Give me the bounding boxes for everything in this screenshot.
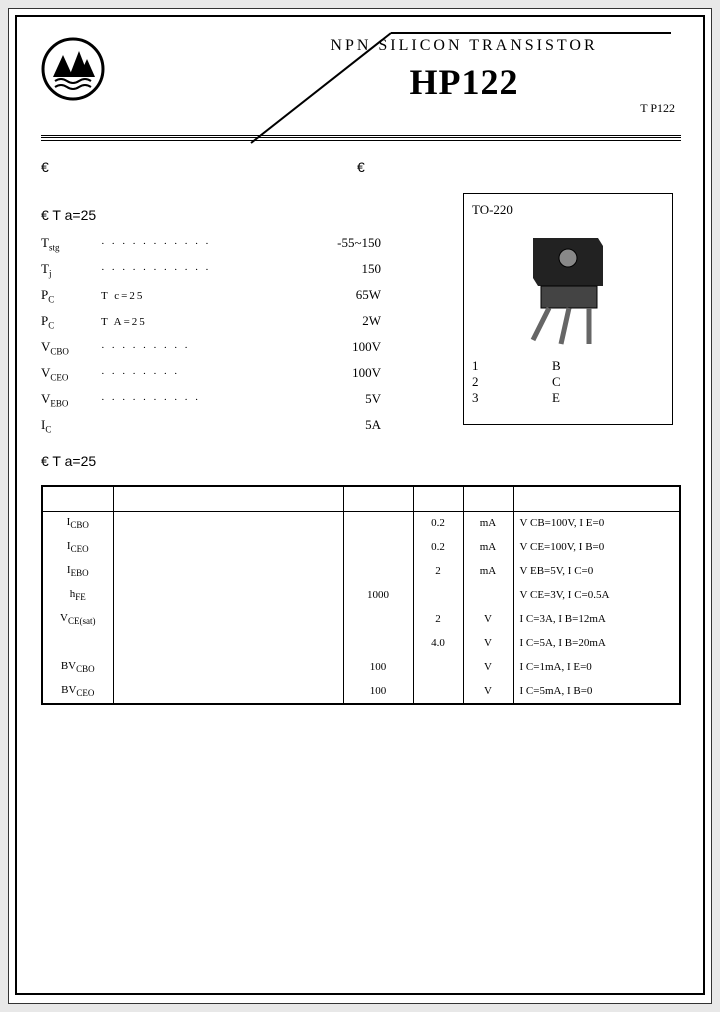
char-param	[113, 631, 343, 655]
table-header-row	[43, 487, 679, 511]
alt-part: T P122	[640, 101, 675, 116]
char-symbol: IEBO	[43, 559, 113, 583]
char-unit: V	[463, 655, 513, 679]
char-symbol: BVCEO	[43, 679, 113, 703]
char-symbol: hFE	[43, 583, 113, 607]
section-label-1: €	[41, 159, 49, 175]
section-label-1b: €	[357, 159, 365, 175]
rating-row: VCEO· · · · · · · ·100V	[41, 365, 381, 391]
char-min	[343, 631, 413, 655]
char-min	[343, 511, 413, 535]
char-max	[413, 583, 463, 607]
char-param	[113, 655, 343, 679]
char-cond: V CE=100V, I B=0	[513, 535, 679, 559]
package-image	[503, 228, 633, 348]
char-max	[413, 679, 463, 703]
rating-row: Tstg· · · · · · · · · · ·-55~150	[41, 235, 381, 261]
package-type: TO-220	[472, 202, 664, 218]
char-unit: V	[463, 679, 513, 703]
section-label-characteristics: € T a=25	[41, 453, 96, 469]
pin-row: 2C	[472, 374, 664, 390]
section-label-ratings: € T a=25	[41, 207, 96, 223]
char-unit: mA	[463, 559, 513, 583]
vendor-logo	[41, 37, 105, 106]
part-number: HP122	[249, 61, 679, 103]
rating-row: IC5A	[41, 417, 381, 443]
char-unit: mA	[463, 511, 513, 535]
header-rule	[41, 135, 681, 141]
char-cond: V CE=3V, I C=0.5A	[513, 583, 679, 607]
char-min	[343, 559, 413, 583]
char-max: 0.2	[413, 535, 463, 559]
char-cond: V EB=5V, I C=0	[513, 559, 679, 583]
char-max: 0.2	[413, 511, 463, 535]
char-min: 100	[343, 655, 413, 679]
char-unit: V	[463, 631, 513, 655]
char-symbol: BVCBO	[43, 655, 113, 679]
table-row: ICBO 0.2mAV CB=100V, I E=0	[43, 511, 679, 535]
rating-row: VEBO· · · · · · · · · ·5V	[41, 391, 381, 417]
table-row: ICEO 0.2mAV CE=100V, I B=0	[43, 535, 679, 559]
char-min: 100	[343, 679, 413, 703]
char-symbol	[43, 631, 113, 655]
char-unit	[463, 583, 513, 607]
table-row: VCE(sat) 2VI C=3A, I B=12mA	[43, 607, 679, 631]
char-cond: V CB=100V, I E=0	[513, 511, 679, 535]
char-min: 1000	[343, 583, 413, 607]
char-unit: V	[463, 607, 513, 631]
datasheet-page: NPN SILICON TRANSISTOR HP122 T P122 € € …	[8, 8, 712, 1004]
char-param	[113, 559, 343, 583]
char-min	[343, 535, 413, 559]
char-symbol: ICBO	[43, 511, 113, 535]
table-row: 4.0VI C=5A, I B=20mA	[43, 631, 679, 655]
char-max: 2	[413, 559, 463, 583]
table-row: IEBO 2mAV EB=5V, I C=0	[43, 559, 679, 583]
char-param	[113, 511, 343, 535]
char-cond: I C=1mA, I E=0	[513, 655, 679, 679]
rating-row: PC T c=25 65W	[41, 287, 381, 313]
char-max: 2	[413, 607, 463, 631]
char-cond: I C=5A, I B=20mA	[513, 631, 679, 655]
char-param	[113, 679, 343, 703]
char-max: 4.0	[413, 631, 463, 655]
rating-row: PC T A=252W	[41, 313, 381, 339]
header: NPN SILICON TRANSISTOR HP122 T P122	[41, 37, 679, 157]
table-row: BVCBO 100 VI C=1mA, I E=0	[43, 655, 679, 679]
rating-row: Tj· · · · · · · · · · ·150	[41, 261, 381, 287]
pin-table: 1B 2C 3E	[472, 358, 664, 406]
char-cond: I C=5mA, I B=0	[513, 679, 679, 703]
char-min	[343, 607, 413, 631]
pin-row: 1B	[472, 358, 664, 374]
characteristics-table: ICBO 0.2mAV CB=100V, I E=0 ICEO 0.2mAV CE=1…	[41, 485, 681, 705]
char-param	[113, 607, 343, 631]
table-row: BVCEO 100 VI C=5mA, I B=0	[43, 679, 679, 703]
content-frame: NPN SILICON TRANSISTOR HP122 T P122 € € …	[15, 15, 705, 995]
rating-row: VCBO· · · · · · · · ·100V	[41, 339, 381, 365]
char-param	[113, 535, 343, 559]
char-unit: mA	[463, 535, 513, 559]
package-box: TO-220 1B 2C 3E	[463, 193, 673, 425]
char-symbol: ICEO	[43, 535, 113, 559]
char-max	[413, 655, 463, 679]
table-row: hFE 1000 V CE=3V, I C=0.5A	[43, 583, 679, 607]
char-symbol: VCE(sat)	[43, 607, 113, 631]
max-ratings-block: Tstg· · · · · · · · · · ·-55~150 Tj· · ·…	[41, 235, 381, 443]
char-cond: I C=3A, I B=12mA	[513, 607, 679, 631]
char-param	[113, 583, 343, 607]
pin-row: 3E	[472, 390, 664, 406]
subtitle: NPN SILICON TRANSISTOR	[249, 37, 679, 55]
